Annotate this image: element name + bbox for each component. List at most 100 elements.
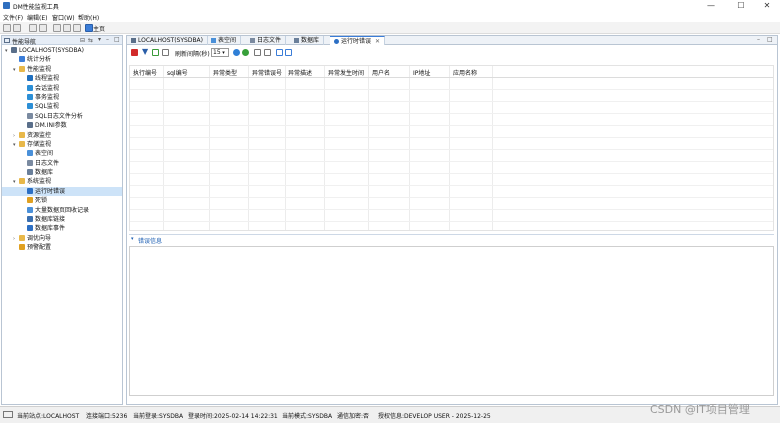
maximize-view-icon[interactable]: □ bbox=[114, 36, 120, 43]
column-header[interactable]: IP地址 bbox=[413, 68, 430, 77]
server-icon bbox=[131, 38, 136, 43]
tree-item[interactable]: 运行时错误 bbox=[2, 186, 122, 197]
menu-file[interactable]: 文件(F) bbox=[3, 13, 23, 22]
tree-item[interactable]: 统计分析 bbox=[2, 55, 122, 64]
tree-item-label: 事务监视 bbox=[35, 93, 60, 101]
tree-item[interactable]: 数据库事件 bbox=[2, 224, 122, 233]
stop-icon[interactable] bbox=[131, 49, 138, 56]
cut-icon[interactable] bbox=[29, 24, 37, 32]
main-toolbar: 主页 bbox=[0, 22, 780, 34]
column-divider bbox=[163, 66, 164, 230]
error-info-textarea[interactable] bbox=[129, 246, 774, 396]
log-icon bbox=[27, 112, 33, 119]
tree-item[interactable]: DM.INI参数 bbox=[2, 121, 122, 130]
copy-icon[interactable] bbox=[276, 49, 283, 56]
status-login: 当前登录:SYSDBA bbox=[133, 413, 184, 420]
column-header[interactable]: sql编号 bbox=[167, 68, 188, 77]
collapse-all-icon[interactable]: ⊟ bbox=[80, 37, 85, 44]
expand-arrow-icon[interactable]: ▾ bbox=[131, 236, 134, 242]
column-header[interactable]: 异常类型 bbox=[213, 68, 237, 77]
tree-item[interactable]: 表空间 bbox=[2, 149, 122, 158]
tab-runtime-errors[interactable]: 运行时错误 ✕ bbox=[330, 36, 385, 45]
tree-item[interactable]: › 调优向导 bbox=[2, 234, 122, 243]
tree-item[interactable]: ▾ LOCALHOST(SYSDBA) bbox=[2, 46, 122, 55]
tree-item-label: 运行时错误 bbox=[35, 187, 66, 195]
tree-item[interactable]: › 资源监控 bbox=[2, 131, 122, 140]
apply-icon[interactable] bbox=[233, 49, 240, 56]
maximize-button[interactable]: ☐ bbox=[730, 0, 752, 12]
save-icon[interactable] bbox=[13, 24, 21, 32]
folder-icon bbox=[19, 178, 25, 185]
view-menu-icon[interactable]: ▾ bbox=[98, 36, 101, 43]
export-icon[interactable] bbox=[254, 49, 261, 56]
tab-database[interactable]: 数据库 bbox=[290, 36, 325, 45]
column-header[interactable]: 执行编号 bbox=[133, 68, 157, 77]
forward-icon[interactable] bbox=[63, 24, 71, 32]
session-icon bbox=[27, 84, 33, 91]
tree-item[interactable]: ▾ 系统监视 bbox=[2, 177, 122, 186]
tab-bar: LOCALHOST(SYSDBA) 表空间 日志文件 数据库 运行时错误 ✕ –… bbox=[127, 36, 777, 45]
column-header[interactable]: 应用名称 bbox=[453, 68, 477, 77]
column-divider bbox=[492, 66, 493, 230]
paste-icon[interactable] bbox=[285, 49, 292, 56]
tree-item[interactable]: ▾ 存储监视 bbox=[2, 140, 122, 149]
column-header[interactable]: 用户名 bbox=[372, 68, 390, 77]
close-button[interactable]: ✕ bbox=[756, 0, 778, 12]
tab-logfile[interactable]: 日志文件 bbox=[246, 36, 287, 45]
alert-icon bbox=[19, 244, 25, 251]
tree-item[interactable]: 线程监视 bbox=[2, 74, 122, 83]
columns-icon[interactable] bbox=[264, 49, 271, 56]
menu-window[interactable]: 窗口(W) bbox=[52, 13, 75, 22]
tree-item[interactable]: 数据库 bbox=[2, 168, 122, 177]
menu-help[interactable]: 帮助(H) bbox=[78, 13, 99, 22]
tree-item[interactable]: 大量数据页回收记录 bbox=[2, 206, 122, 215]
filter-icon[interactable]: ▼ bbox=[142, 47, 148, 56]
minimize-view-icon[interactable]: – bbox=[106, 36, 109, 43]
tree-item[interactable]: ▾ 性能监视 bbox=[2, 65, 122, 74]
transaction-icon bbox=[27, 93, 33, 100]
home-button[interactable]: 主页 bbox=[93, 24, 105, 33]
minimize-editor-icon[interactable]: – bbox=[757, 36, 760, 43]
tab-tablespace[interactable]: 表空间 bbox=[207, 36, 242, 45]
error-info-header[interactable]: ▾ 错误信息 bbox=[129, 235, 774, 245]
tree-item[interactable]: SQL日志文件分析 bbox=[2, 112, 122, 121]
minimize-button[interactable]: — bbox=[700, 0, 722, 12]
app-icon bbox=[3, 2, 10, 9]
logfile-icon bbox=[27, 159, 33, 166]
tab-localhost[interactable]: LOCALHOST(SYSDBA) bbox=[127, 36, 209, 45]
refresh-icon[interactable] bbox=[73, 24, 81, 32]
status-mode: 当前模式:SYSDBA bbox=[282, 413, 333, 420]
home-icon[interactable] bbox=[85, 24, 93, 32]
tree-item-label: 线程监视 bbox=[35, 75, 60, 83]
tree-item[interactable]: SQL监视 bbox=[2, 102, 122, 111]
runtime-error-table[interactable]: 执行编号 sql编号 异常类型 异常错误号 异常描述 异常发生时间 用户名 IP… bbox=[129, 65, 774, 231]
column-header[interactable]: 异常发生时间 bbox=[328, 68, 364, 77]
tree-item[interactable]: 会话监视 bbox=[2, 84, 122, 93]
back-icon[interactable] bbox=[53, 24, 61, 32]
check-icon[interactable] bbox=[152, 49, 159, 56]
column-header[interactable]: 异常描述 bbox=[288, 68, 312, 77]
refresh-icon[interactable] bbox=[242, 49, 249, 56]
tree-item[interactable]: 日志文件 bbox=[2, 159, 122, 168]
column-header[interactable]: 异常错误号 bbox=[252, 68, 282, 77]
row-divider bbox=[130, 137, 773, 138]
close-tab-icon[interactable]: ✕ bbox=[375, 38, 380, 45]
error-info-section: ▾ 错误信息 bbox=[129, 234, 774, 396]
tree-item[interactable]: 预警配置 bbox=[2, 243, 122, 252]
refresh-interval-select[interactable]: 15 ▾ bbox=[211, 48, 229, 57]
content-panel: LOCALHOST(SYSDBA) 表空间 日志文件 数据库 运行时错误 ✕ –… bbox=[126, 35, 778, 405]
tree-item[interactable]: 数据库链接 bbox=[2, 215, 122, 224]
new-icon[interactable] bbox=[3, 24, 11, 32]
tree-item[interactable]: 死锁 bbox=[2, 196, 122, 205]
column-divider bbox=[324, 66, 325, 230]
tree-item-label: 表空间 bbox=[35, 150, 54, 158]
refresh-interval-label: 刷新间隔(秒) bbox=[175, 51, 210, 58]
edit-icon[interactable] bbox=[162, 49, 169, 56]
tree-item-label: 预警配置 bbox=[27, 244, 52, 252]
menu-edit[interactable]: 编辑(E) bbox=[27, 13, 47, 22]
copy-icon[interactable] bbox=[39, 24, 47, 32]
maximize-editor-icon[interactable]: □ bbox=[767, 36, 773, 43]
link-icon[interactable]: ⇆ bbox=[88, 37, 93, 44]
tree-item[interactable]: 事务监视 bbox=[2, 93, 122, 102]
status-login-time: 登录时间:2025-02-14 14:22:31 bbox=[188, 413, 278, 420]
